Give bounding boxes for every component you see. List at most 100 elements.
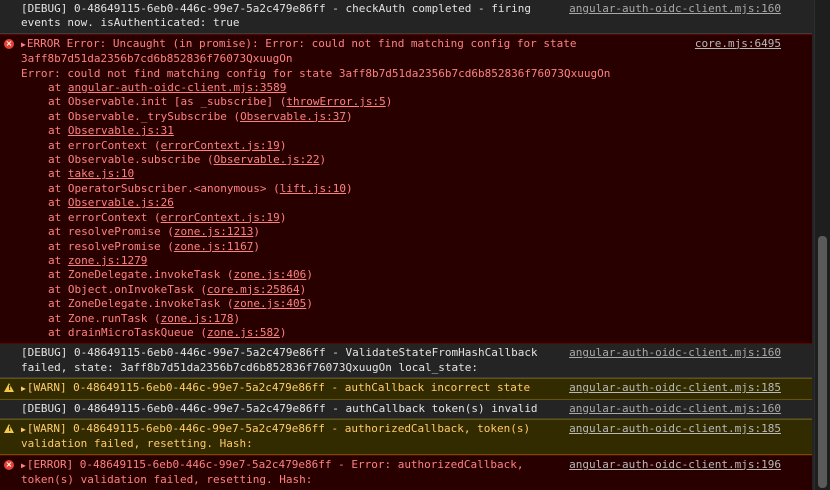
stack-frame: at Observable.js:31 — [21, 124, 804, 138]
frame-prefix: at — [48, 181, 68, 195]
frame-function: resolvePromise ( — [67, 225, 174, 239]
stack-frame: at drainMicroTaskQueue (zone.js:582) — [21, 326, 804, 340]
message-text[interactable]: ▶ERROR Error: Uncaught (in promise): Err… — [0, 35, 812, 67]
frame-function: Observable._trySubscribe ( — [67, 109, 241, 123]
frame-source-link[interactable]: zone.js:405 — [233, 297, 306, 310]
frame-source-link[interactable]: zone.js:1213 — [174, 225, 253, 238]
source-link[interactable]: angular-auth-oidc-client.mjs:196 — [569, 458, 781, 472]
frame-function: errorContext ( — [67, 210, 161, 224]
error-line: Error: could not find matching config fo… — [21, 66, 611, 80]
frame-source-link[interactable]: Observable.js:31 — [68, 124, 174, 137]
frame-source-link[interactable]: zone.js:406 — [233, 268, 306, 281]
frame-close-paren: ) — [306, 297, 313, 311]
source-link[interactable]: angular-auth-oidc-client.mjs:160 — [569, 2, 781, 16]
frame-source-link[interactable]: zone.js:1279 — [68, 254, 147, 267]
frame-source-link[interactable]: zone.js:582 — [207, 326, 280, 339]
source-link[interactable]: angular-auth-oidc-client.mjs:160 — [569, 346, 781, 360]
frame-source-link[interactable]: take.js:10 — [68, 167, 134, 180]
expand-triangle-icon[interactable]: ▶ — [21, 461, 26, 470]
console-message-warn: ! ▶[WARN] 0-48649115-6eb0-446c-99e7-5a2c… — [0, 418, 812, 455]
frame-close-paren: ) — [299, 282, 307, 296]
frame-close-paren: ) — [279, 138, 287, 152]
frame-source-link[interactable]: errorContext.js:19 — [161, 139, 280, 152]
scrollbar-thumb[interactable] — [818, 236, 827, 488]
frame-function: Observable.subscribe ( — [67, 153, 214, 167]
stack-frame: at zone.js:1279 — [21, 254, 804, 268]
vertical-scrollbar[interactable] — [814, 0, 830, 490]
frame-close-paren: ) — [346, 109, 353, 123]
stack-frames: at angular-auth-oidc-client.mjs:3589 at O… — [21, 81, 804, 340]
frame-prefix: at — [48, 311, 68, 325]
stack-frame: at OperatorSubscriber.<anonymous> (lift.… — [21, 182, 804, 196]
stack-frame: at Observable.init [as _subscribe] (thro… — [21, 95, 804, 109]
frame-source-link[interactable]: lift.js:10 — [280, 182, 346, 195]
console-message-debug: [DEBUG] 0-48649115-6eb0-446c-99e7-5a2c47… — [0, 0, 812, 34]
source-link[interactable]: angular-auth-oidc-client.mjs:185 — [569, 422, 781, 436]
expand-triangle-icon[interactable]: ▶ — [21, 40, 26, 49]
frame-close-paren: ) — [253, 239, 260, 253]
stack-frame: at errorContext (errorContext.js:19) — [21, 211, 804, 225]
frame-close-paren: ) — [233, 311, 241, 325]
frame-function: drainMicroTaskQueue ( — [67, 325, 207, 339]
frame-function: Object.onInvokeTask ( — [67, 282, 207, 296]
console-message-debug: [DEBUG] 0-48649115-6eb0-446c-99e7-5a2c47… — [0, 399, 812, 419]
frame-prefix: at — [48, 225, 68, 239]
console-message-warn: ! ▶[WARN] 0-48649115-6eb0-446c-99e7-5a2c… — [0, 378, 812, 400]
frame-function: resolvePromise ( — [67, 239, 174, 253]
error-circle-icon: × — [4, 38, 14, 49]
frame-source-link[interactable]: zone.js:1167 — [174, 240, 253, 253]
console-message-error: × ▶[ERROR] 0-48649115-6eb0-446c-99e7-5a2… — [0, 454, 812, 490]
frame-source-link[interactable]: core.mjs:25864 — [207, 283, 300, 296]
stack-frame: at take.js:10 — [21, 167, 804, 181]
stack-frame: at angular-auth-oidc-client.mjs:3589 — [21, 81, 804, 95]
frame-prefix: at — [48, 167, 68, 181]
stack-frame: at Observable.subscribe (Observable.js:2… — [21, 153, 804, 167]
stack-trace: Error: could not find matching config fo… — [0, 67, 812, 341]
frame-prefix: at — [48, 268, 68, 282]
frame-function: Observable.init [as _subscribe] ( — [67, 95, 287, 109]
frame-source-link[interactable]: Observable.js:26 — [68, 196, 174, 209]
frame-prefix: at — [48, 124, 68, 138]
stack-frame: at ZoneDelegate.invokeTask (zone.js:405) — [21, 297, 804, 311]
stack-frame: at Observable.js:26 — [21, 196, 804, 210]
stack-frame: at Observable._trySubscribe (Observable.… — [21, 110, 804, 124]
frame-source-link[interactable]: zone.js:178 — [161, 312, 234, 325]
source-link[interactable]: angular-auth-oidc-client.mjs:185 — [569, 381, 781, 395]
frame-source-link[interactable]: angular-auth-oidc-client.mjs:3589 — [68, 81, 287, 94]
warning-mark: ! — [8, 424, 12, 433]
stack-frame: at Zone.runTask (zone.js:178) — [21, 312, 804, 326]
expand-triangle-icon[interactable]: ▶ — [21, 384, 26, 393]
frame-function: errorContext ( — [67, 138, 161, 152]
frame-prefix: at — [48, 297, 68, 311]
frame-prefix: at — [48, 210, 68, 224]
frame-prefix: at — [48, 325, 68, 339]
source-link[interactable]: angular-auth-oidc-client.mjs:160 — [569, 402, 781, 416]
frame-prefix: at — [48, 81, 68, 95]
frame-source-link[interactable]: Observable.js:37 — [240, 110, 346, 123]
frame-function: ZoneDelegate.invokeTask ( — [67, 297, 234, 311]
frame-source-link[interactable]: errorContext.js:19 — [161, 211, 280, 224]
console-panel: [DEBUG] 0-48649115-6eb0-446c-99e7-5a2c47… — [0, 0, 812, 490]
error-circle-icon: × — [4, 459, 14, 470]
frame-prefix: at — [48, 239, 68, 253]
warning-mark: ! — [8, 384, 12, 393]
console-message-error: × ▶ERROR Error: Uncaught (in promise): E… — [0, 33, 812, 345]
console-message-debug: [DEBUG] 0-48649115-6eb0-446c-99e7-5a2c47… — [0, 344, 812, 379]
frame-close-paren: ) — [306, 268, 313, 282]
frame-function: ZoneDelegate.invokeTask ( — [67, 268, 234, 282]
frame-source-link[interactable]: throwError.js:5 — [286, 95, 385, 108]
frame-close-paren: ) — [346, 181, 353, 195]
source-link[interactable]: core.mjs:6495 — [695, 37, 781, 51]
frame-prefix: at — [48, 95, 68, 109]
frame-prefix: at — [48, 282, 68, 296]
stack-frame: at resolvePromise (zone.js:1213) — [21, 225, 804, 239]
expand-triangle-icon[interactable]: ▶ — [21, 425, 26, 434]
frame-function: Zone.runTask ( — [67, 311, 161, 325]
frame-close-paren: ) — [279, 325, 287, 339]
frame-close-paren: ) — [319, 153, 327, 167]
frame-prefix: at — [48, 153, 68, 167]
stack-frame: at errorContext (errorContext.js:19) — [21, 139, 804, 153]
stack-frame: at ZoneDelegate.invokeTask (zone.js:406) — [21, 268, 804, 282]
frame-source-link[interactable]: Observable.js:22 — [214, 153, 320, 166]
stack-frame: at Object.onInvokeTask (core.mjs:25864) — [21, 283, 804, 297]
